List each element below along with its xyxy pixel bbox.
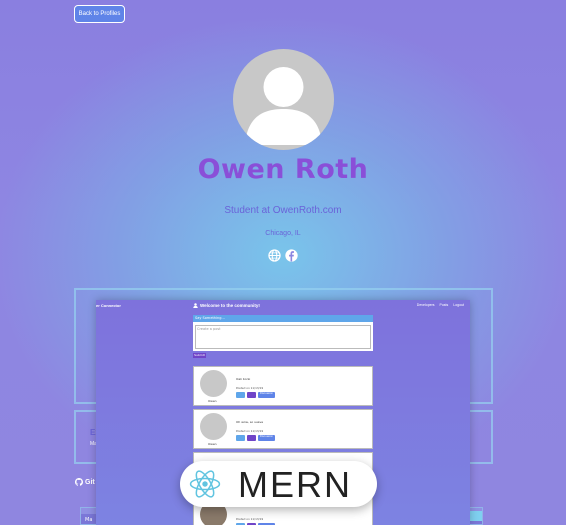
default-avatar-icon — [245, 67, 322, 145]
preview-discussion-button: Discussion — [258, 392, 275, 398]
profile-status: Student at OwenRoth.com — [224, 205, 342, 216]
preview-post-buttons: Discussion — [236, 392, 275, 398]
mern-badge: MERN — [180, 461, 377, 507]
github-label: Git — [85, 478, 95, 486]
preview-post-form: Say Something... Create a post — [193, 315, 373, 351]
preview-textarea: Create a post — [195, 325, 371, 349]
preview-discussion-button: Discussion — [258, 435, 275, 441]
preview-post-avatar — [200, 413, 227, 440]
preview-post-text: Oak bonk — [236, 377, 251, 381]
preview-nav-link: Posts — [439, 303, 449, 307]
preview-post-text: Oh wow, so suave — [236, 420, 264, 424]
user-icon — [193, 303, 198, 308]
preview-post-name: Owen — [208, 399, 217, 403]
preview-post: Owen Oh wow, so suave Posted on 11/13/19… — [193, 409, 373, 449]
preview-post-date: Posted on 11/13/19 — [236, 429, 264, 433]
preview-nav-link: Logout — [453, 303, 464, 307]
profile-location: Chicago, IL — [265, 230, 301, 237]
globe-icon[interactable] — [268, 247, 281, 262]
github-icon — [75, 478, 83, 486]
preview-post-name: Owen — [208, 442, 217, 446]
repo-card-text: Ma — [85, 517, 93, 523]
avatar — [233, 49, 334, 150]
preview-submit: Submit — [193, 353, 206, 358]
preview-post-date: Posted on 11/13/19 — [236, 386, 264, 390]
social-links — [268, 247, 298, 262]
preview-nav-link: Developers — [416, 303, 435, 307]
back-to-profiles-button[interactable]: Back to Profiles — [74, 5, 125, 23]
preview-form-header: Say Something... — [193, 315, 373, 322]
profile-name: Owen Roth — [197, 154, 369, 185]
preview-brand: er Connector — [96, 303, 121, 308]
react-icon — [189, 470, 221, 498]
mern-label: MERN — [238, 464, 352, 505]
preview-post: Owen Oak bonk Posted on 11/13/19 Discuss… — [193, 366, 373, 406]
preview-post-buttons: Discussion — [236, 435, 275, 441]
preview-nav-links: Developers Posts Logout — [417, 303, 464, 307]
facebook-icon[interactable] — [285, 247, 298, 262]
preview-post-avatar — [200, 370, 227, 397]
preview-welcome: Welcome to the community! — [193, 303, 260, 308]
github-heading: Git — [75, 478, 95, 486]
preview-post-date: Posted on 11/13/19 — [236, 517, 264, 521]
preview-navbar: er Connector Welcome to the community! D… — [96, 300, 470, 312]
